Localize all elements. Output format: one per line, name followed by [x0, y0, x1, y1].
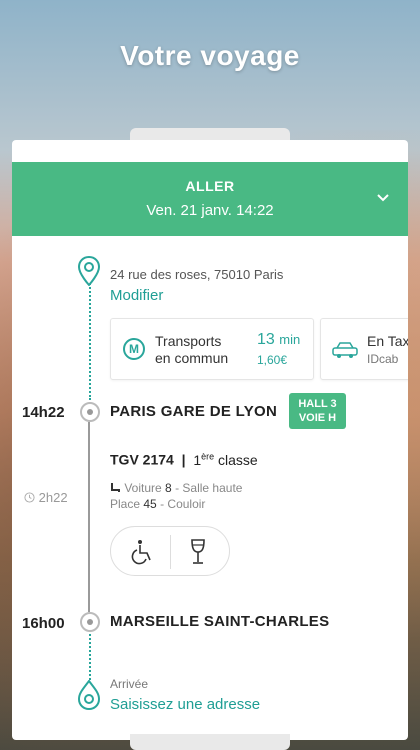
train-info: TGV 2174 | 1ère classe — [110, 451, 258, 468]
metro-icon: M — [123, 338, 145, 360]
public-transport-price: 1,60€ — [257, 353, 288, 367]
sheet-handle-top[interactable] — [130, 128, 290, 140]
departure-station-dot — [80, 402, 100, 422]
page-title: Votre voyage — [120, 40, 300, 71]
departure-station: PARIS GARE DE LYON — [110, 403, 278, 420]
destination-pin-icon — [78, 680, 100, 710]
taxi-option[interactable]: En Taxi IDcab — [320, 318, 408, 380]
direction-label: ALLER — [185, 178, 235, 194]
seat-info: Place 45 - Couloir — [110, 497, 206, 511]
amenities-divider — [170, 535, 171, 569]
taxi-provider: IDcab — [367, 352, 399, 366]
coach-info: Voiture 8 - Salle haute — [110, 481, 242, 495]
arrival-station-dot — [80, 612, 100, 632]
direction-header[interactable]: ALLER Ven. 21 janv. 14:22 — [12, 162, 408, 236]
seat-icon — [111, 483, 120, 492]
modify-origin-link[interactable]: Modifier — [110, 287, 163, 304]
location-pin-icon — [78, 256, 100, 286]
departure-date: Ven. 21 janv. 14:22 — [146, 202, 274, 219]
clock-icon — [24, 492, 35, 503]
platform-badge: HALL 3 VOIE H — [289, 393, 346, 429]
arrival-label: Arrivée — [110, 677, 149, 691]
journey-card: ALLER Ven. 21 janv. 14:22 24 rue des ros… — [12, 140, 408, 740]
departure-time: 14h22 — [22, 404, 65, 421]
chevron-down-icon[interactable] — [376, 190, 390, 204]
amenities-pill[interactable] — [110, 526, 230, 576]
wheelchair-icon — [131, 540, 151, 565]
trip-duration: 2h22 — [24, 490, 68, 505]
public-transport-label: Transports en commun — [155, 333, 229, 366]
timeline-train-segment — [88, 422, 90, 612]
arrival-time: 16h00 — [22, 615, 65, 632]
arrival-station: MARSEILLE SAINT-CHARLES — [110, 613, 330, 630]
public-transport-duration: 13 min — [257, 331, 301, 348]
taxi-icon — [332, 342, 358, 358]
wine-glass-icon — [191, 539, 205, 564]
public-transport-option[interactable]: M Transports en commun 13 min 1,60€ — [110, 318, 314, 380]
origin-address: 24 rue des roses, 75010 Paris — [110, 267, 284, 282]
arrival-address-input[interactable]: Saisissez une adresse — [110, 696, 260, 713]
sheet-handle-bottom[interactable] — [130, 734, 290, 750]
taxi-label: En Taxi — [367, 333, 408, 349]
timeline-walk-segment — [89, 280, 91, 400]
